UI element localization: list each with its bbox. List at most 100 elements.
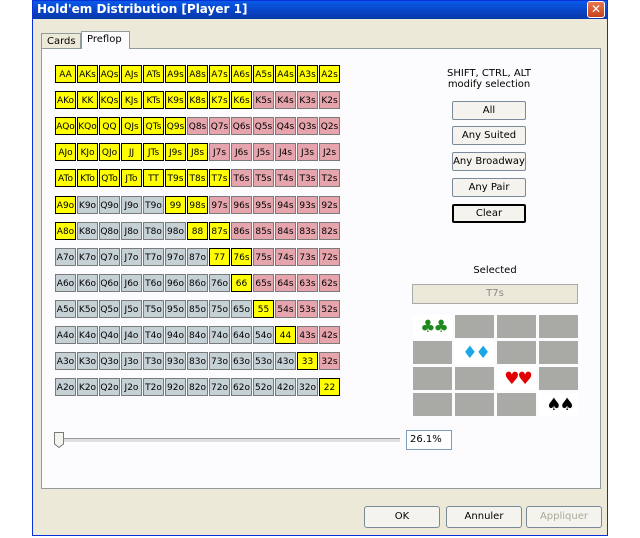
hand-cell[interactable]: 86s bbox=[231, 222, 252, 240]
cancel-button[interactable]: Annuler bbox=[446, 506, 522, 528]
hand-cell[interactable]: Q8o bbox=[99, 222, 120, 240]
hand-cell[interactable]: A9o bbox=[55, 196, 76, 214]
hand-cell[interactable]: Q3o bbox=[99, 352, 120, 370]
combo-cell[interactable] bbox=[538, 366, 579, 391]
hand-cell[interactable]: KJo bbox=[77, 143, 98, 161]
hand-cell[interactable]: 72s bbox=[319, 248, 340, 266]
hand-cell[interactable]: T7o bbox=[143, 248, 164, 266]
hand-cell[interactable]: A9s bbox=[165, 65, 186, 83]
hand-cell[interactable]: 85o bbox=[187, 300, 208, 318]
any-broadway-button[interactable]: Any Broadway bbox=[452, 152, 526, 171]
hand-cell[interactable]: J4o bbox=[121, 326, 142, 344]
hand-cell[interactable]: 86o bbox=[187, 274, 208, 292]
hand-cell[interactable]: 99 bbox=[165, 196, 186, 214]
hand-cell[interactable]: 65s bbox=[253, 274, 274, 292]
hand-cell[interactable]: Q4o bbox=[99, 326, 120, 344]
hand-cell[interactable]: 75s bbox=[253, 248, 274, 266]
any-pair-button[interactable]: Any Pair bbox=[452, 178, 526, 197]
hand-cell[interactable]: AJs bbox=[121, 65, 142, 83]
combo-cell[interactable]: ♥♥ bbox=[496, 366, 537, 391]
any-suited-button[interactable]: Any Suited bbox=[452, 126, 526, 145]
hand-cell[interactable]: 84s bbox=[275, 222, 296, 240]
hand-cell[interactable]: 54o bbox=[253, 326, 274, 344]
hand-cell[interactable]: K9s bbox=[165, 91, 186, 109]
hand-cell[interactable]: QJo bbox=[99, 143, 120, 161]
hand-cell[interactable]: T5s bbox=[253, 169, 274, 187]
clear-button[interactable]: Clear bbox=[452, 204, 526, 223]
combo-cell[interactable]: ♦♦ bbox=[454, 340, 495, 365]
hand-cell[interactable]: 77 bbox=[209, 248, 230, 266]
hand-cell[interactable]: J5s bbox=[253, 143, 274, 161]
hand-cell[interactable]: K8s bbox=[187, 91, 208, 109]
all-button[interactable]: All bbox=[452, 101, 526, 120]
hand-cell[interactable]: 73o bbox=[209, 352, 230, 370]
hand-cell[interactable]: 98s bbox=[187, 196, 208, 214]
combo-cell[interactable] bbox=[538, 340, 579, 365]
hand-cell[interactable]: K4o bbox=[77, 326, 98, 344]
combo-cell[interactable] bbox=[454, 392, 495, 417]
hand-cell[interactable]: 85s bbox=[253, 222, 274, 240]
hand-cell[interactable]: T4s bbox=[275, 169, 296, 187]
hand-cell[interactable]: QQ bbox=[99, 117, 120, 135]
hand-cell[interactable]: 83s bbox=[297, 222, 318, 240]
hand-cell[interactable]: 93s bbox=[297, 196, 318, 214]
hand-cell[interactable]: A3s bbox=[297, 65, 318, 83]
hand-cell[interactable]: 43s bbox=[297, 326, 318, 344]
hand-cell[interactable]: 88 bbox=[187, 222, 208, 240]
hand-cell[interactable]: J9s bbox=[165, 143, 186, 161]
hand-cell[interactable]: J2o bbox=[121, 378, 142, 396]
hand-cell[interactable]: K7o bbox=[77, 248, 98, 266]
hand-cell[interactable]: JTo bbox=[121, 169, 142, 187]
hand-cell[interactable]: A8o bbox=[55, 222, 76, 240]
hand-cell[interactable]: A7o bbox=[55, 248, 76, 266]
hand-cell[interactable]: AQs bbox=[99, 65, 120, 83]
hand-cell[interactable]: AKs bbox=[77, 65, 98, 83]
combo-cell[interactable] bbox=[496, 392, 537, 417]
hand-cell[interactable]: K7s bbox=[209, 91, 230, 109]
hand-cell[interactable]: T3s bbox=[297, 169, 318, 187]
hand-cell[interactable]: T2o bbox=[143, 378, 164, 396]
hand-cell[interactable]: T3o bbox=[143, 352, 164, 370]
hand-cell[interactable]: T6s bbox=[231, 169, 252, 187]
hand-cell[interactable]: 84o bbox=[187, 326, 208, 344]
hand-cell[interactable]: A6o bbox=[55, 274, 76, 292]
hand-cell[interactable]: 97s bbox=[209, 196, 230, 214]
hand-cell[interactable]: 43o bbox=[275, 352, 296, 370]
hand-cell[interactable]: 73s bbox=[297, 248, 318, 266]
hand-cell[interactable]: K9o bbox=[77, 196, 98, 214]
hand-cell[interactable]: A4o bbox=[55, 326, 76, 344]
hand-cell[interactable]: Q7o bbox=[99, 248, 120, 266]
hand-cell[interactable]: 63o bbox=[231, 352, 252, 370]
hand-cell[interactable]: T5o bbox=[143, 300, 164, 318]
hand-cell[interactable]: Q6o bbox=[99, 274, 120, 292]
hand-cell[interactable]: QTo bbox=[99, 169, 120, 187]
hand-cell[interactable]: Q8s bbox=[187, 117, 208, 135]
hand-cell[interactable]: 75o bbox=[209, 300, 230, 318]
hand-cell[interactable]: KK bbox=[77, 91, 98, 109]
hand-cell[interactable]: A4s bbox=[275, 65, 296, 83]
hand-cell[interactable]: Q9o bbox=[99, 196, 120, 214]
hand-cell[interactable]: A2o bbox=[55, 378, 76, 396]
combo-cell[interactable] bbox=[538, 314, 579, 339]
title-bar[interactable]: Hold'em Distribution [Player 1] ✕ bbox=[33, 1, 607, 19]
hand-cell[interactable]: AA bbox=[55, 65, 76, 83]
hand-cell[interactable]: 96s bbox=[231, 196, 252, 214]
hand-cell[interactable]: 92s bbox=[319, 196, 340, 214]
hand-cell[interactable]: J3o bbox=[121, 352, 142, 370]
hand-cell[interactable]: ATs bbox=[143, 65, 164, 83]
hand-cell[interactable]: 92o bbox=[165, 378, 186, 396]
hand-cell[interactable]: Q5s bbox=[253, 117, 274, 135]
hand-cell[interactable]: 53o bbox=[253, 352, 274, 370]
combo-cell[interactable]: ♠♠ bbox=[538, 392, 579, 417]
hand-cell[interactable]: J6s bbox=[231, 143, 252, 161]
hand-cell[interactable]: 95s bbox=[253, 196, 274, 214]
hand-cell[interactable]: 74s bbox=[275, 248, 296, 266]
hand-cell[interactable]: 87s bbox=[209, 222, 230, 240]
combo-cell[interactable] bbox=[454, 366, 495, 391]
close-button[interactable]: ✕ bbox=[587, 1, 605, 18]
hand-cell[interactable]: J3s bbox=[297, 143, 318, 161]
hand-cell[interactable]: KTo bbox=[77, 169, 98, 187]
hand-cell[interactable]: 64o bbox=[231, 326, 252, 344]
range-slider[interactable] bbox=[54, 432, 400, 448]
hand-cell[interactable]: K8o bbox=[77, 222, 98, 240]
